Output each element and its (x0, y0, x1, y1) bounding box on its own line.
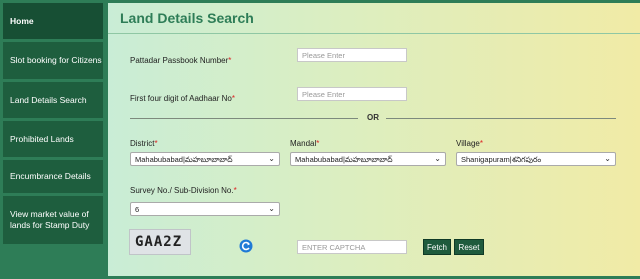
survey-value: 6 (135, 205, 140, 214)
captcha-placeholder: ENTER CAPTCHA (302, 243, 366, 252)
sidebar-item-label: Prohibited Lands (10, 133, 74, 144)
survey-label: Survey No./ Sub-Division No.* (130, 186, 237, 195)
sidebar-item-encumbrance-details[interactable]: Encumbrance Details (3, 160, 103, 193)
aadhaar-label: First four digit of Aadhaar No* (130, 94, 235, 103)
captcha-text: GAA2Z (135, 234, 183, 250)
passbook-placeholder: Please Enter (302, 51, 345, 60)
sidebar-item-label: View market value of lands for Stamp Dut… (10, 209, 90, 230)
required-mark: * (316, 139, 320, 148)
captcha-input[interactable]: ENTER CAPTCHA (297, 240, 407, 254)
chevron-down-icon: ⌄ (268, 204, 275, 213)
or-divider-left (130, 118, 358, 119)
district-label: District* (130, 139, 158, 148)
captcha-image: GAA2Z (129, 229, 191, 255)
page-title: Land Details Search (120, 10, 254, 26)
aadhaar-placeholder: Please Enter (302, 90, 345, 99)
reset-button[interactable]: Reset (454, 239, 484, 255)
mandal-label: Mandal* (290, 139, 319, 148)
village-label: Village* (456, 139, 483, 148)
mandal-select[interactable]: Mahabubabad|మహబూబాబాద్ ⌄ (290, 152, 446, 166)
sidebar-item-label: Slot booking for Citizens (10, 55, 102, 65)
required-mark: * (479, 139, 483, 148)
chevron-down-icon: ⌄ (604, 154, 611, 163)
sidebar: Home Slot booking for Citizens Land Deta… (0, 0, 108, 279)
survey-select[interactable]: 6 ⌄ (130, 202, 280, 216)
mandal-label-text: Mandal (290, 139, 317, 148)
sidebar-item-label: Land Details Search (10, 94, 87, 105)
sidebar-item-home[interactable]: Home (3, 3, 103, 39)
aadhaar-input[interactable]: Please Enter (297, 87, 407, 101)
top-border (108, 0, 640, 3)
required-mark: * (228, 56, 232, 65)
sidebar-item-prohibited-lands[interactable]: Prohibited Lands (3, 121, 103, 157)
passbook-label-text: Pattadar Passbook Number (130, 56, 229, 65)
village-label-text: Village (456, 139, 480, 148)
passbook-input[interactable]: Please Enter (297, 48, 407, 62)
village-select[interactable]: Shanigapuram|శనిగపురం ⌄ (456, 152, 616, 166)
sidebar-item-market-value[interactable]: View market value of lands for Stamp Dut… (3, 196, 103, 244)
sidebar-item-slot-booking[interactable]: Slot booking for Citizens (3, 42, 103, 79)
or-text: OR (367, 113, 379, 122)
sidebar-item-land-details-search[interactable]: Land Details Search (3, 82, 103, 118)
district-value: Mahabubabad|మహబూబాబాద్ (135, 155, 233, 164)
required-mark: * (231, 94, 235, 103)
title-divider (108, 33, 640, 34)
passbook-label: Pattadar Passbook Number* (130, 56, 231, 65)
survey-label-text: Survey No./ Sub-Division No. (130, 186, 234, 195)
or-divider-right (386, 118, 616, 119)
chevron-down-icon: ⌄ (434, 154, 441, 163)
sidebar-item-label: Home (10, 15, 34, 26)
district-label-text: District (130, 139, 155, 148)
district-select[interactable]: Mahabubabad|మహబూబాబాద్ ⌄ (130, 152, 280, 166)
refresh-captcha-icon[interactable] (239, 239, 253, 253)
fetch-button[interactable]: Fetch (423, 239, 451, 255)
required-mark: * (233, 186, 237, 195)
required-mark: * (154, 139, 158, 148)
mandal-value: Mahabubabad|మహబూబాబాద్ (295, 155, 393, 164)
village-value: Shanigapuram|శనిగపురం (461, 155, 542, 164)
chevron-down-icon: ⌄ (268, 154, 275, 163)
sidebar-item-label: Encumbrance Details (10, 171, 91, 181)
aadhaar-label-text: First four digit of Aadhaar No (130, 94, 232, 103)
